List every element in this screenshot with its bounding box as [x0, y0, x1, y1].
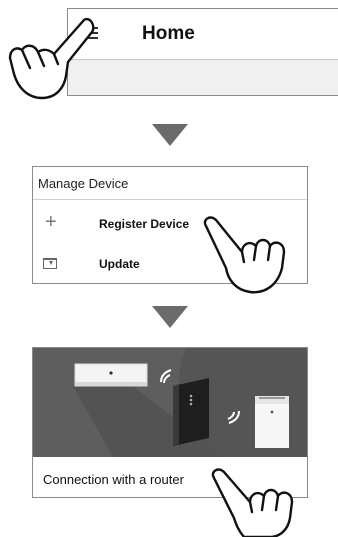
pointing-hand-icon: [8, 17, 95, 100]
pointing-hand-icon: [203, 216, 286, 294]
menu-title: Manage Device: [38, 176, 129, 191]
plus-icon: +: [45, 211, 57, 233]
menu-header: Manage Device: [33, 167, 307, 200]
app-header: Home: [68, 9, 338, 60]
router-connection-illustration: [33, 348, 307, 457]
menu-item-label: Register Device: [99, 217, 190, 231]
home-screen: Home: [67, 8, 338, 96]
page-title: Home: [142, 23, 195, 44]
step-arrow-2: [152, 306, 188, 328]
pointing-hand-icon: [211, 468, 294, 537]
step-arrow-1: [152, 124, 188, 146]
download-icon: [43, 258, 57, 269]
menu-item-label: Update: [99, 257, 140, 271]
card-label: Connection with a router: [43, 472, 184, 487]
